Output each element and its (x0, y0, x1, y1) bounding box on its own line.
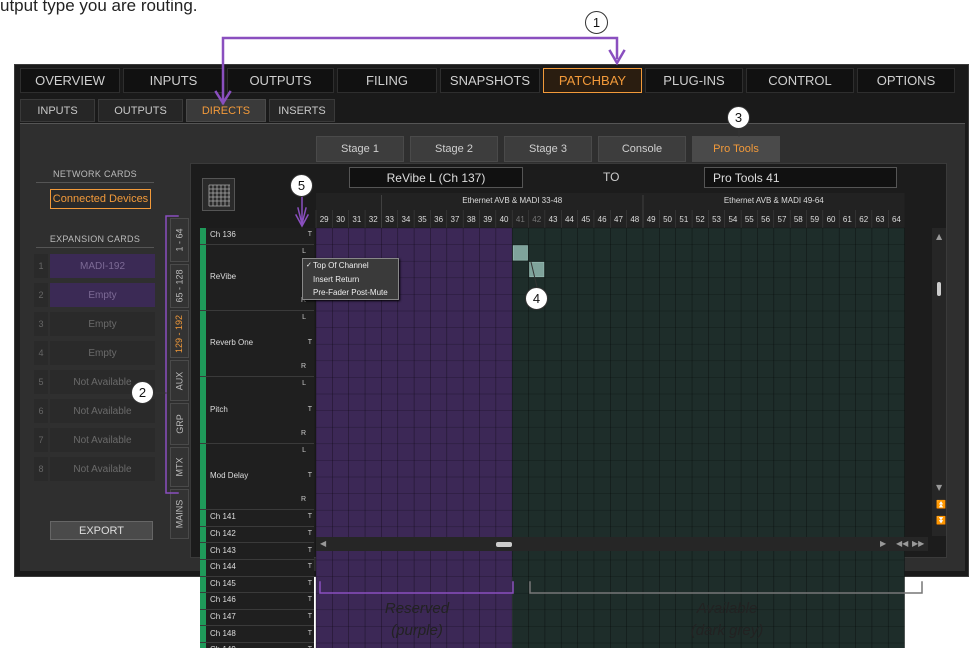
reserved-title: Reserved (384, 600, 450, 617)
callout-2: 2 (131, 381, 154, 404)
callout-1-connector (221, 36, 619, 105)
callout-4: 4 (525, 287, 548, 310)
reserved-label: Reserved (purple) (337, 598, 497, 642)
callout-1: 1 (585, 11, 608, 34)
reserved-subtitle: (purple) (391, 622, 443, 639)
available-bracket (529, 581, 923, 594)
available-label: Available (dark grey) (647, 598, 807, 642)
callout-2-bracket (165, 215, 179, 494)
callout-5: 5 (290, 174, 313, 197)
annotation-overlay (154, 36, 923, 594)
callout-4-connector (530, 261, 538, 288)
callout-3: 3 (727, 106, 750, 129)
available-subtitle: (dark grey) (690, 622, 764, 639)
annotated-screenshot: utput type you are routing. OVERVIEW INPU… (0, 0, 973, 648)
reserved-bracket (319, 581, 514, 594)
available-title: Available (696, 600, 758, 617)
